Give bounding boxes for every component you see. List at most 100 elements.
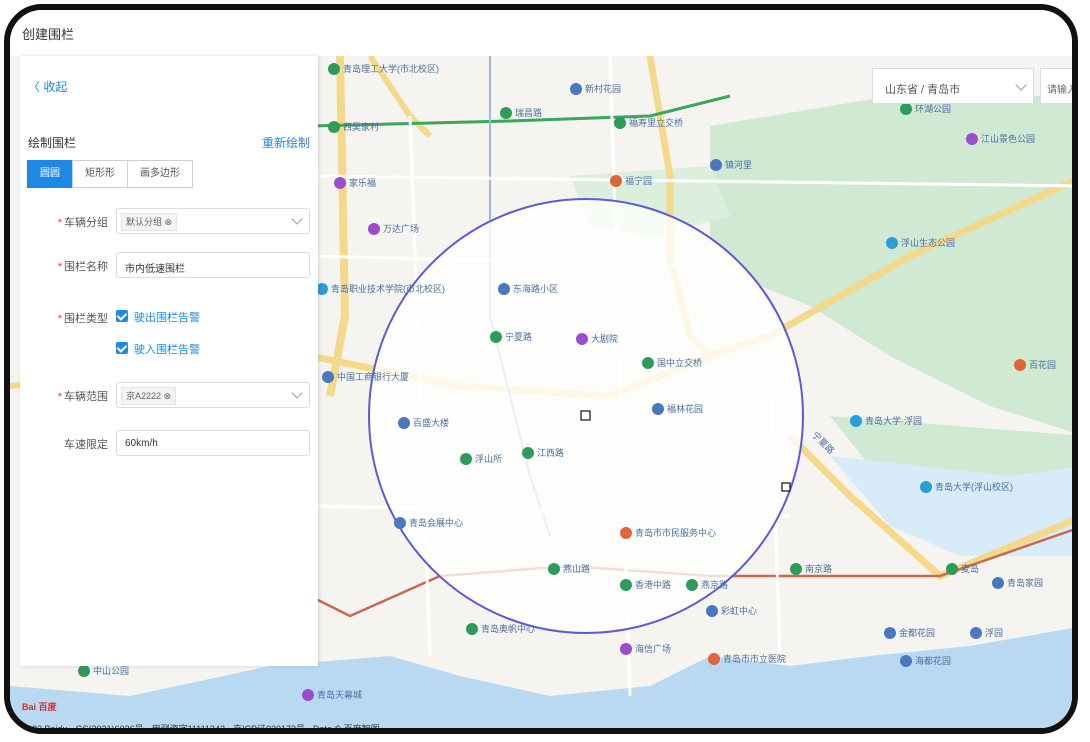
tab-rectangle[interactable]: 矩形形 xyxy=(72,160,128,188)
tab-circle[interactable]: 圆圆 xyxy=(27,160,73,188)
poi-marker-icon xyxy=(620,578,632,591)
poi-marker-icon xyxy=(548,562,560,575)
poi-label[interactable]: 中国工商银行大厦 xyxy=(322,370,409,383)
enter-alarm-label[interactable]: 驶入围栏告警 xyxy=(134,341,200,357)
poi-label[interactable]: 百花园 xyxy=(1014,358,1056,371)
poi-label[interactable]: 青岛奥帆中心 xyxy=(466,622,535,635)
map-copyright: 2023 Baidu - GS(2021)6026号 - 甲测资字1111134… xyxy=(22,724,380,734)
poi-marker-icon xyxy=(322,370,334,383)
enter-alarm-checkbox[interactable] xyxy=(116,342,128,354)
speed-limit-input[interactable]: 60km/h xyxy=(116,430,310,456)
poi-label[interactable]: 浮山所 xyxy=(460,452,502,465)
poi-marker-icon xyxy=(610,174,622,187)
poi-label[interactable]: 青岛市市民服务中心 xyxy=(620,526,716,539)
poi-label[interactable]: 国中立交桥 xyxy=(642,356,702,369)
speed-limit-label: 车速限定 xyxy=(64,439,108,451)
vehicle-group-select[interactable]: 默认分组 ⊗ xyxy=(116,208,310,234)
vehicle-group-tag[interactable]: 默认分组 ⊗ xyxy=(121,213,178,231)
poi-label[interactable]: 青岛家园 xyxy=(992,576,1043,589)
poi-marker-icon xyxy=(334,176,346,189)
poi-marker-icon xyxy=(328,62,340,75)
poi-marker-icon xyxy=(522,446,534,459)
poi-marker-icon xyxy=(328,120,340,133)
poi-marker-icon xyxy=(368,222,380,235)
poi-label[interactable]: 浮园 xyxy=(970,626,1003,639)
vehicle-range-tag[interactable]: 京A2222 ⊗ xyxy=(121,387,177,405)
poi-label[interactable]: 浮山生态公园 xyxy=(886,236,955,249)
poi-marker-icon xyxy=(966,132,978,145)
map-search-input[interactable]: 请输入 xyxy=(1040,68,1072,104)
poi-label[interactable]: 百盛大楼 xyxy=(398,416,449,429)
poi-label[interactable]: 家乐福 xyxy=(334,176,376,189)
poi-marker-icon xyxy=(946,562,958,575)
poi-label[interactable]: 江西路 xyxy=(522,446,564,459)
poi-label[interactable]: 镇河里 xyxy=(710,158,752,171)
poi-label[interactable]: 燕山路 xyxy=(548,562,590,575)
poi-label[interactable]: 宁夏路 xyxy=(490,330,532,343)
fence-name-input[interactable]: 市内低速围栏 xyxy=(116,252,310,278)
title-bar: 创建围栏 xyxy=(10,10,1072,57)
poi-label[interactable]: 麦岛 xyxy=(946,562,979,575)
fence-type-label: * 围栏类型 xyxy=(57,313,108,325)
poi-label[interactable]: 东海路小区 xyxy=(498,282,558,295)
exit-alarm-label[interactable]: 驶出围栏告警 xyxy=(134,309,200,325)
poi-marker-icon xyxy=(302,688,314,701)
poi-label[interactable]: 青岛理工大学(市北校区) xyxy=(328,62,439,75)
poi-marker-icon xyxy=(992,576,1004,589)
poi-marker-icon xyxy=(920,480,932,493)
poi-marker-icon xyxy=(884,626,896,639)
exit-alarm-checkbox[interactable] xyxy=(116,310,128,322)
poi-label[interactable]: 香港中路 xyxy=(620,578,671,591)
poi-label[interactable]: 西吴家村 xyxy=(328,120,379,133)
poi-marker-icon xyxy=(614,116,626,129)
poi-marker-icon xyxy=(394,516,406,529)
poi-label[interactable]: 彩虹中心 xyxy=(706,604,757,617)
poi-label[interactable]: 青岛职业技术学院(市北校区) xyxy=(316,282,445,295)
poi-marker-icon xyxy=(708,652,720,665)
poi-marker-icon xyxy=(710,158,722,171)
poi-marker-icon xyxy=(460,452,472,465)
poi-label[interactable]: 金都花园 xyxy=(884,626,935,639)
poi-label[interactable]: 青岛市市立医院 xyxy=(708,652,786,665)
chevron-down-icon xyxy=(291,387,303,399)
fence-type-row: * 围栏类型 驶出围栏告警 驶入围栏告警 xyxy=(20,304,318,356)
vehicle-range-row: * 车辆范围 京A2222 ⊗ xyxy=(20,382,318,408)
poi-label[interactable]: 燕京路 xyxy=(686,578,728,591)
poi-label[interactable]: 福宁园 xyxy=(610,174,652,187)
vehicle-range-select[interactable]: 京A2222 ⊗ xyxy=(116,382,310,408)
poi-marker-icon xyxy=(790,562,802,575)
poi-marker-icon xyxy=(900,654,912,667)
poi-marker-icon xyxy=(886,236,898,249)
collapse-link[interactable]: 〈 收起 xyxy=(28,78,67,95)
baidu-logo: Bai 百度 xyxy=(22,702,57,712)
poi-label[interactable]: 青岛大学(浮山校区) xyxy=(920,480,1013,493)
poi-marker-icon xyxy=(652,402,664,415)
poi-label[interactable]: 新村花园 xyxy=(570,82,621,95)
fence-name-label: * 围栏名称 xyxy=(57,261,108,273)
poi-label[interactable]: 福寿里立交桥 xyxy=(614,116,683,129)
poi-marker-icon xyxy=(850,414,862,427)
window-title: 创建围栏 xyxy=(22,27,75,42)
poi-label[interactable]: 南京路 xyxy=(790,562,832,575)
poi-label[interactable]: 大剧院 xyxy=(576,332,618,345)
chevron-down-icon xyxy=(291,213,303,225)
poi-marker-icon xyxy=(1014,358,1026,371)
poi-label[interactable]: 海都花园 xyxy=(900,654,951,667)
poi-label[interactable]: 青岛大学·浮园 xyxy=(850,414,922,427)
city-selector[interactable]: 山东省 / 青岛市 xyxy=(872,68,1034,104)
tab-polygon[interactable]: 画多边形 xyxy=(127,160,193,188)
poi-marker-icon xyxy=(706,604,718,617)
poi-label[interactable]: 海信广场 xyxy=(620,642,671,655)
poi-label[interactable]: 万达广场 xyxy=(368,222,419,235)
speed-limit-row: 车速限定 60km/h xyxy=(20,430,318,456)
poi-label[interactable]: 青岛会展中心 xyxy=(394,516,463,529)
poi-label[interactable]: 青岛天幕城 xyxy=(302,688,362,701)
chevron-down-icon xyxy=(1015,79,1027,91)
poi-marker-icon xyxy=(620,642,632,655)
redraw-button[interactable]: 重新绘制 xyxy=(262,134,310,151)
window-frame: 创建围栏 青岛理工大学(市北校区) 新村花园 瑞昌路 西吴家村 福寿里立交桥 环… xyxy=(4,4,1078,734)
poi-label[interactable]: 瑞昌路 xyxy=(500,106,542,119)
poi-label[interactable]: 福林花园 xyxy=(652,402,703,415)
poi-marker-icon xyxy=(642,356,654,369)
poi-label[interactable]: 江山景色公园 xyxy=(966,132,1035,145)
